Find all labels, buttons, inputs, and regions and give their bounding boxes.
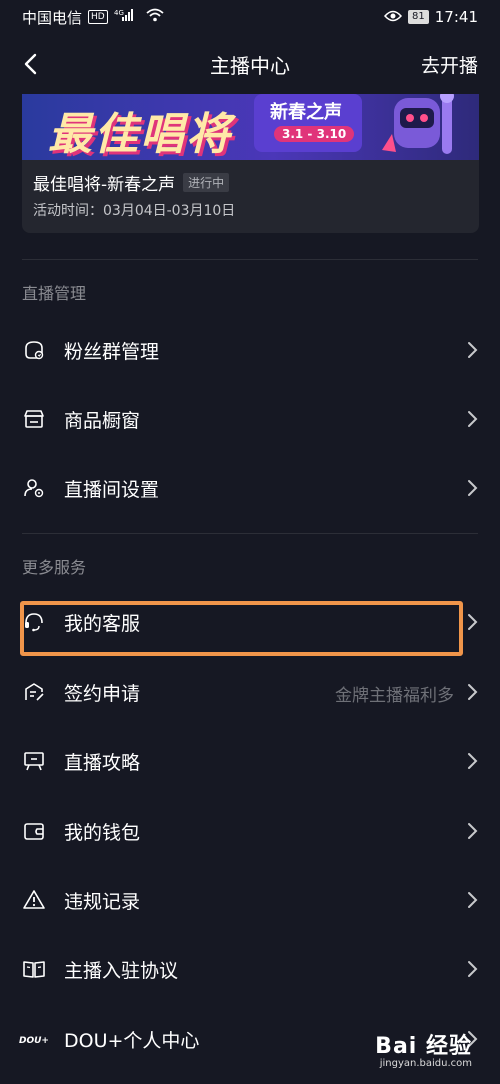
menu-item-hint: 金牌主播福利多 — [335, 686, 454, 706]
divider — [22, 259, 478, 260]
fan-group-icon — [22, 338, 46, 362]
go-live-button[interactable]: 去开播 — [421, 51, 478, 78]
chevron-right-icon — [466, 478, 480, 498]
menu-item-violation-records[interactable]: 违规记录 — [0, 872, 500, 928]
page-title: 主播中心 — [210, 53, 290, 78]
strategy-board-icon — [22, 749, 46, 773]
chevron-right-icon — [466, 612, 480, 632]
banner-tag: 新春之声 3.1 - 3.10 — [254, 94, 362, 152]
menu-item-label: 主播入驻协议 — [64, 960, 179, 982]
menu-item-room-settings[interactable]: 直播间设置 — [0, 460, 500, 516]
menu-item-label: DOU+个人中心 — [64, 1030, 200, 1052]
menu-item-label: 违规记录 — [64, 891, 141, 913]
chevron-right-icon — [466, 959, 480, 979]
dou-plus-icon: DOU+ — [19, 1027, 49, 1051]
eye-icon — [384, 8, 403, 26]
menu-item-live-strategy[interactable]: 直播攻略 — [0, 733, 500, 789]
menu-item-label: 粉丝群管理 — [64, 341, 160, 363]
banner-tag-title: 新春之声 — [270, 102, 342, 123]
agreement-book-icon — [22, 957, 46, 981]
activity-card[interactable]: 最佳唱将 新春之声 3.1 - 3.10 最佳唱将-新春之声 进行中 活动时间：… — [22, 94, 479, 233]
menu-item-wallet[interactable]: 我的钱包 — [0, 803, 500, 859]
status-badge: 进行中 — [183, 173, 230, 192]
menu-item-streamer-agreement[interactable]: 主播入驻协议 — [0, 941, 500, 997]
banner-tag-dates: 3.1 - 3.10 — [274, 126, 355, 142]
menu-item-shop-window[interactable]: 商品橱窗 — [0, 391, 500, 447]
menu-item-label: 直播攻略 — [64, 752, 141, 774]
watermark-url: jingyan.baidu.com — [379, 1058, 472, 1069]
chevron-right-icon — [466, 890, 480, 910]
dou-plus-icon-text: DOU+ — [19, 1036, 49, 1046]
activity-banner-image[interactable]: 最佳唱将 新春之声 3.1 - 3.10 — [22, 94, 479, 160]
menu-item-label: 商品橱窗 — [64, 410, 141, 432]
chevron-right-icon — [466, 409, 480, 429]
activity-title-row: 最佳唱将-新春之声 进行中 — [33, 170, 230, 195]
menu-item-customer-service[interactable]: 我的客服 — [0, 594, 500, 650]
carrier-name: 中国电信 — [22, 8, 83, 27]
wifi-icon — [146, 8, 164, 26]
activity-title: 最佳唱将-新春之声 — [33, 175, 176, 195]
chevron-right-icon — [466, 340, 480, 360]
robot-mascot-icon — [374, 94, 474, 160]
section-title-live-management: 直播管理 — [22, 284, 87, 303]
menu-item-fan-group[interactable]: 粉丝群管理 — [0, 322, 500, 378]
watermark: Bai 经验 jingyan.baidu.com — [366, 1028, 472, 1076]
signal-icon: 4G — [114, 8, 140, 26]
battery-level: 81 — [408, 10, 429, 24]
contract-icon — [22, 680, 46, 704]
menu-item-label: 我的钱包 — [64, 822, 141, 844]
clock: 17:41 — [434, 8, 478, 26]
status-left: 中国电信 HD 4G — [22, 7, 164, 28]
status-right: 81 17:41 — [384, 8, 478, 26]
headset-icon — [22, 610, 46, 634]
watermark-logo-text: Bai 经验 — [375, 1034, 472, 1059]
warning-icon — [22, 888, 46, 912]
activity-time: 活动时间：03月04日-03月10日 — [33, 203, 236, 219]
banner-headline: 最佳唱将 — [48, 109, 232, 160]
chevron-right-icon — [466, 751, 480, 771]
svg-text:4G: 4G — [114, 9, 124, 17]
menu-item-label: 直播间设置 — [64, 479, 160, 501]
shop-window-icon — [22, 407, 46, 431]
nav-bar: 主播中心 去开播 — [0, 34, 500, 94]
menu-item-label: 我的客服 — [64, 613, 141, 635]
hd-badge: HD — [88, 10, 108, 24]
room-settings-icon — [22, 476, 46, 500]
divider — [22, 533, 478, 534]
status-bar: 中国电信 HD 4G 81 17:41 — [0, 0, 500, 34]
section-title-more-services: 更多服务 — [22, 558, 87, 577]
wallet-icon — [22, 819, 46, 843]
back-arrow-icon[interactable] — [18, 50, 46, 78]
chevron-right-icon — [466, 682, 480, 702]
menu-item-label: 签约申请 — [64, 683, 141, 705]
chevron-right-icon — [466, 821, 480, 841]
menu-item-contract-application[interactable]: 签约申请 金牌主播福利多 — [0, 664, 500, 720]
